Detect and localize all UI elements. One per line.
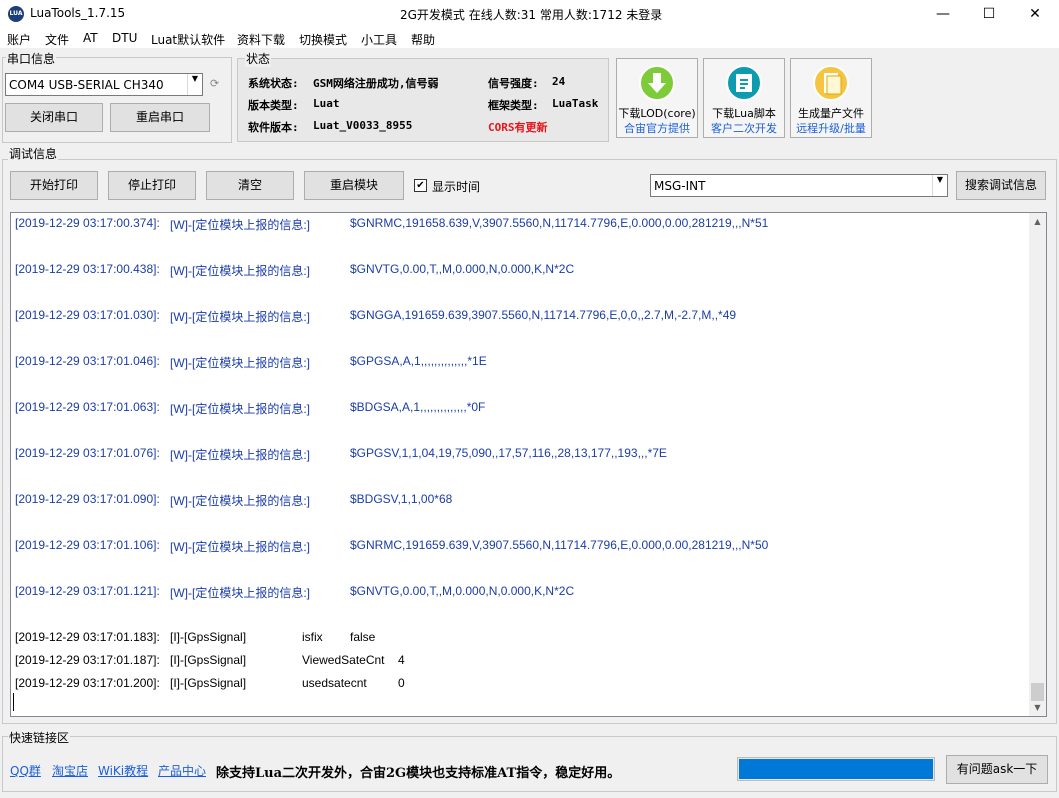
taobao-store-link[interactable]: 淘宝店 xyxy=(52,762,88,779)
maximize-button[interactable]: ☐ xyxy=(966,0,1012,28)
document-icon xyxy=(813,65,849,101)
search-debug-button[interactable]: 搜索调试信息 xyxy=(956,171,1046,200)
framework-type-value: LuaTask xyxy=(552,97,599,110)
menu-at[interactable]: AT xyxy=(83,31,98,45)
online-status-title: 2G开发模式 在线人数:31 常用人数:1712 未登录 xyxy=(400,8,663,22)
script-download-icon xyxy=(726,65,762,101)
cors-update-notice[interactable]: CORS有更新 xyxy=(488,119,548,135)
stop-print-button[interactable]: 停止打印 xyxy=(108,171,196,200)
product-center-link[interactable]: 产品中心 xyxy=(158,762,206,779)
download-lua-script-button[interactable]: 下载Lua脚本 客户二次开发 xyxy=(703,58,785,138)
close-window-button[interactable]: ✕ xyxy=(1012,0,1058,28)
app-title: LuaTools_1.7.15 xyxy=(30,6,126,20)
progress-bar xyxy=(737,757,935,781)
download-lod-label: 下载LOD(core) xyxy=(618,107,696,120)
title-bar: LUA LuaTools_1.7.15 2G开发模式 在线人数:31 常用人数:… xyxy=(0,0,1059,28)
menu-account[interactable]: 账户 xyxy=(7,31,31,48)
menu-downloads[interactable]: 资料下载 xyxy=(237,31,285,48)
log-scrollbar[interactable]: ▲ ▼ xyxy=(1029,213,1046,716)
download-lod-sublabel: 合宙官方提供 xyxy=(624,122,690,135)
menu-tools[interactable]: 小工具 xyxy=(361,31,397,48)
software-version-label: 软件版本: xyxy=(248,121,299,134)
download-arrow-icon xyxy=(639,65,675,101)
signal-strength-label: 信号强度: xyxy=(488,77,539,90)
signal-strength-value: 24 xyxy=(552,75,566,88)
menu-dtu[interactable]: DTU xyxy=(112,31,137,45)
promo-text: 除支持Lua二次开发外，合宙2G模块也支持标准AT指令，稳定好用。 xyxy=(216,766,621,781)
system-status-value: GSM网络注册成功,信号弱 xyxy=(313,77,439,90)
menu-bar: 账户 文件 AT DTU Luat默认软件 资料下载 切换模式 小工具 帮助 xyxy=(0,28,1059,48)
download-lua-label: 下载Lua脚本 xyxy=(712,107,776,120)
close-serial-button[interactable]: 关闭串口 xyxy=(5,103,103,132)
text-cursor xyxy=(13,693,14,711)
status-panel: 系统状态: GSM网络注册成功,信号弱 版本类型: Luat 软件版本: Lua… xyxy=(237,58,609,142)
menu-help[interactable]: 帮助 xyxy=(411,31,435,48)
qq-group-link[interactable]: QQ群 xyxy=(10,762,41,779)
software-version-value: Luat_V0033_8955 xyxy=(313,119,413,132)
show-time-label: 显示时间 xyxy=(432,180,481,194)
download-lod-button[interactable]: 下载LOD(core) 合宙官方提供 xyxy=(616,58,698,138)
generate-file-label: 生成量产文件 xyxy=(798,107,864,120)
menu-switch-mode[interactable]: 切换模式 xyxy=(299,31,347,48)
serial-port-select[interactable]: COM4 USB-SERIAL CH340 ▼ xyxy=(5,73,203,96)
restart-serial-button[interactable]: 重启串口 xyxy=(110,103,210,132)
log-filter-select[interactable]: MSG-INT ▼ xyxy=(650,174,948,197)
show-time-checkbox[interactable]: ✔ xyxy=(414,179,427,192)
status-group-label: 状态 xyxy=(245,50,272,67)
debug-log-area[interactable]: [2019-12-29 03:17:00.374]: [W]-[定位模块上报的信息… xyxy=(10,212,1047,717)
generate-production-file-button[interactable]: 生成量产文件 远程升级/批量 xyxy=(790,58,872,138)
quick-links-label: 快速链接区 xyxy=(8,729,71,746)
scroll-down-icon[interactable]: ▼ xyxy=(1029,699,1046,716)
menu-file[interactable]: 文件 xyxy=(45,31,69,48)
chevron-down-icon[interactable]: ▼ xyxy=(932,175,947,196)
minimize-button[interactable]: — xyxy=(920,0,966,28)
framework-type-label: 框架类型: xyxy=(488,99,539,112)
version-type-label: 版本类型: xyxy=(248,99,299,112)
chevron-down-icon[interactable]: ▼ xyxy=(187,74,202,95)
clear-log-button[interactable]: 清空 xyxy=(206,171,294,200)
version-type-value: Luat xyxy=(313,97,340,110)
ask-question-button[interactable]: 有问题ask一下 xyxy=(946,755,1048,784)
scroll-up-icon[interactable]: ▲ xyxy=(1029,213,1046,230)
generate-file-sublabel: 远程升级/批量 xyxy=(796,122,866,135)
debug-group-label: 调试信息 xyxy=(8,145,59,162)
log-filter-value: MSG-INT xyxy=(654,179,706,193)
wiki-tutorial-link[interactable]: WiKi教程 xyxy=(98,762,148,779)
serial-group-label: 串口信息 xyxy=(6,50,57,67)
system-status-label: 系统状态: xyxy=(248,77,299,90)
progress-fill xyxy=(739,759,933,779)
download-lua-sublabel: 客户二次开发 xyxy=(711,122,777,135)
menu-luat-default-software[interactable]: Luat默认软件 xyxy=(151,31,225,48)
refresh-icon[interactable]: ⟳ xyxy=(210,77,219,90)
serial-port-value: COM4 USB-SERIAL CH340 xyxy=(9,78,164,92)
restart-module-button[interactable]: 重启模块 xyxy=(304,171,404,200)
app-logo-icon: LUA xyxy=(8,6,24,22)
start-print-button[interactable]: 开始打印 xyxy=(10,171,98,200)
